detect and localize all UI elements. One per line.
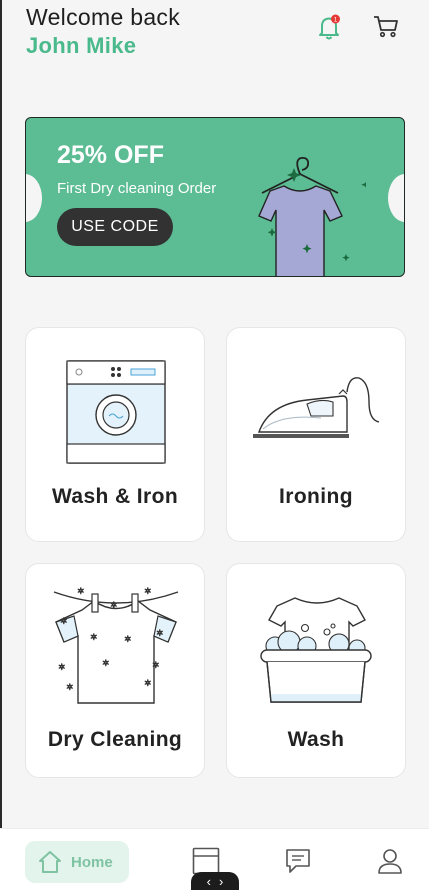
use-code-button[interactable]: USE CODE xyxy=(57,208,173,246)
svg-text:✶: ✶ xyxy=(58,663,66,673)
cart-icon xyxy=(374,16,398,38)
service-card-wash[interactable]: Wash xyxy=(226,563,406,778)
service-card-wash-iron[interactable]: Wash & Iron xyxy=(25,327,205,542)
washing-machine-icon xyxy=(66,360,166,464)
nav-home-label: Home xyxy=(71,853,113,871)
shirt-on-line-icon: ✶✶✶ ✶✶✶ ✶✶✶ ✶✶✶ xyxy=(53,587,179,704)
ticket-notch-right xyxy=(388,174,404,222)
bell-icon: 1 xyxy=(319,14,340,40)
wash-basin-icon xyxy=(260,597,372,703)
service-card-dry-cleaning[interactable]: ✶ ✶ ✶ ✶ ✶ ✶ ✶ ✶ ✶ ✶ ✶ ✶ Dry Cleaning xyxy=(25,563,205,778)
chevron-left-icon: ‹ xyxy=(206,874,211,889)
svg-text:✶: ✶ xyxy=(102,659,110,669)
promo-banner[interactable]: 25% OFF First Dry cleaning Order USE COD… xyxy=(25,117,405,277)
promo-subtitle: First Dry cleaning Order xyxy=(57,180,217,197)
svg-text:✶: ✶ xyxy=(110,601,118,611)
username-text: John Mike xyxy=(26,33,137,58)
notification-badge: 1 xyxy=(334,16,338,23)
chat-icon[interactable] xyxy=(284,847,312,875)
promo-title: 25% OFF xyxy=(57,141,164,169)
service-label: Dry Cleaning xyxy=(47,728,183,751)
shirt-hanger-icon xyxy=(258,156,366,276)
window-edge xyxy=(0,0,2,828)
profile-icon[interactable] xyxy=(376,847,404,875)
service-label: Wash & Iron xyxy=(51,485,179,508)
drawer-handle[interactable]: ‹ › xyxy=(191,872,239,890)
cart-button[interactable] xyxy=(371,11,401,41)
svg-text:✶: ✶ xyxy=(77,587,85,597)
svg-text:✶: ✶ xyxy=(66,683,74,693)
service-label: Wash xyxy=(287,728,345,751)
welcome-header: Welcome back John Mike xyxy=(26,4,180,59)
ticket-notch-left xyxy=(26,174,42,222)
svg-text:✶: ✶ xyxy=(144,679,152,689)
home-icon xyxy=(39,851,61,873)
svg-text:✶: ✶ xyxy=(144,587,152,597)
greeting-text: Welcome back xyxy=(26,4,181,30)
notification-button[interactable]: 1 xyxy=(314,12,344,42)
svg-text:✶: ✶ xyxy=(156,629,164,639)
svg-text:✶: ✶ xyxy=(152,661,160,671)
iron-icon xyxy=(253,377,380,438)
orders-icon[interactable] xyxy=(192,847,220,875)
svg-text:✶: ✶ xyxy=(90,633,98,643)
service-label: Ironing xyxy=(279,485,353,508)
svg-text:✶: ✶ xyxy=(60,617,68,627)
nav-home[interactable]: Home xyxy=(25,841,129,883)
svg-text:✶: ✶ xyxy=(124,635,132,645)
service-card-ironing[interactable]: Ironing xyxy=(226,327,406,542)
chevron-right-icon: › xyxy=(219,874,224,889)
